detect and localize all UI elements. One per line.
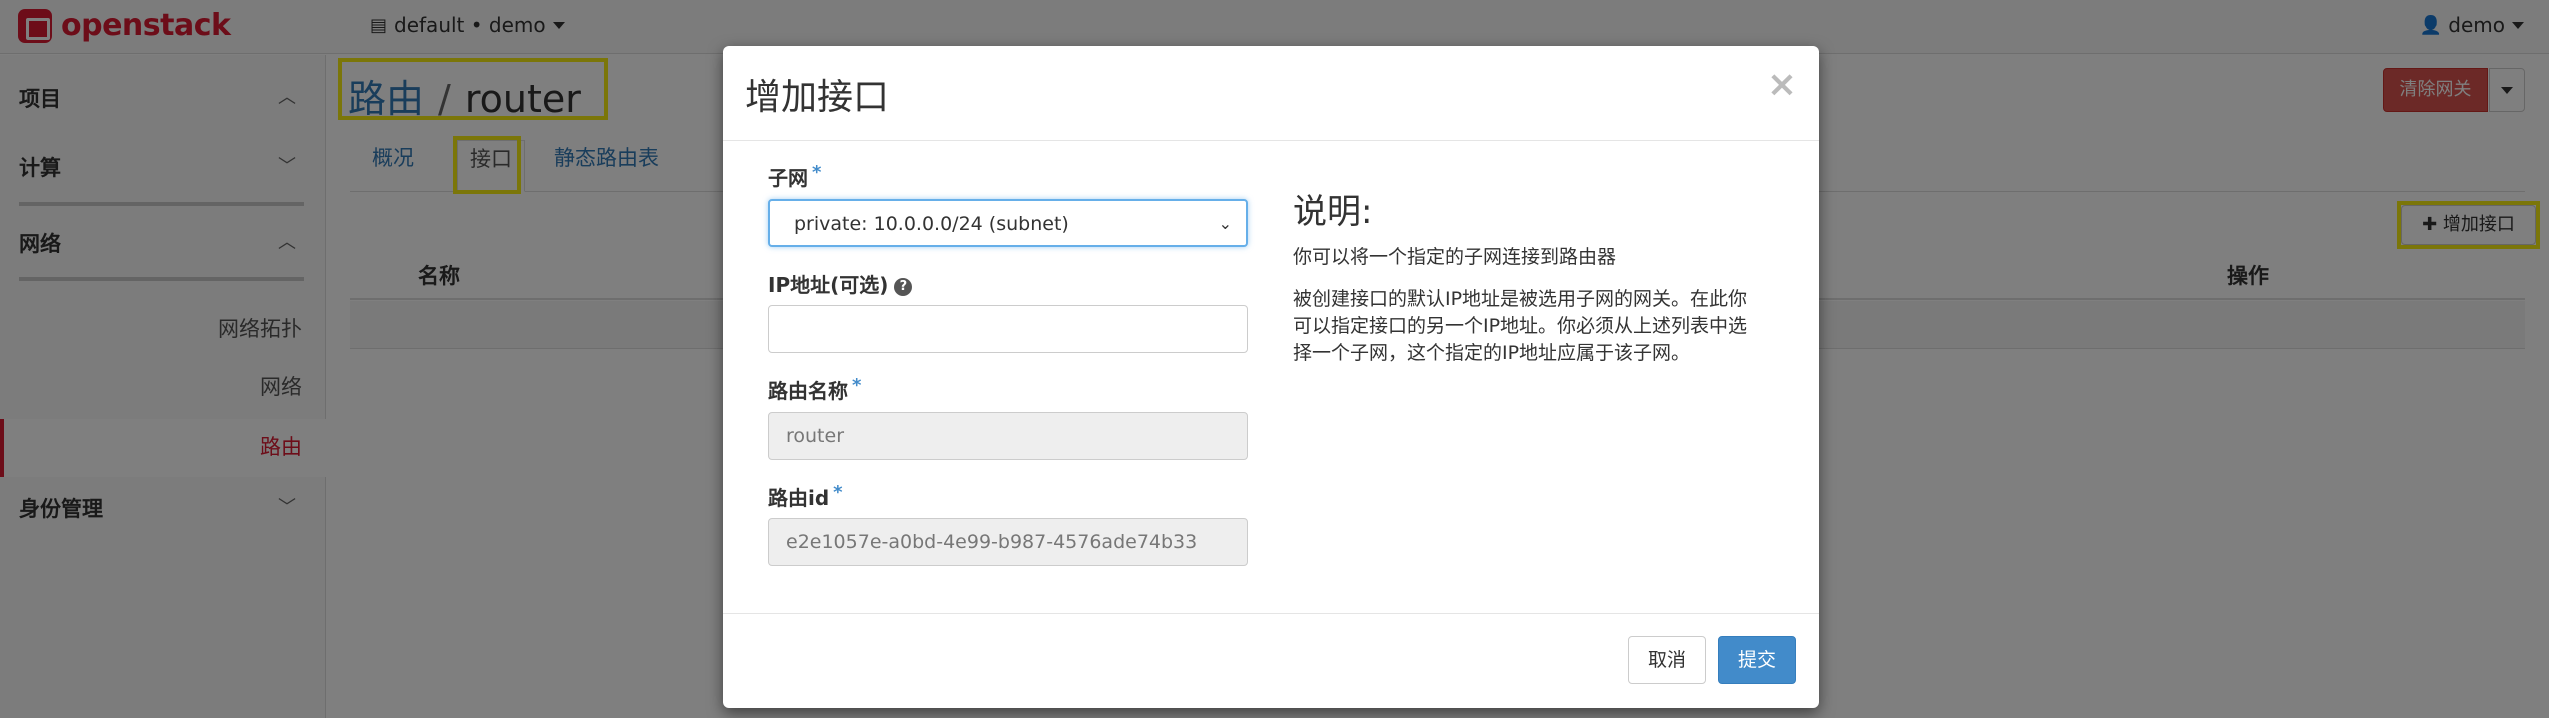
modal-title: 增加接口 [745,77,890,118]
description-title: 说明: [1293,192,1373,232]
ip-address-input[interactable] [768,305,1248,353]
cancel-button[interactable]: 取消 [1628,636,1706,684]
modal-header: 增加接口 × [723,46,1819,141]
router-name-field: router [768,412,1248,460]
description-text: 可以指定接口的另一个IP地址。你必须从上述列表中选 [1293,315,1748,337]
router-id-field: e2e1057e-a0bd-4e99-b987-4576ade74b33 [768,518,1248,566]
required-asterisk: * [833,482,843,503]
description-text: 被创建接口的默认IP地址是被选用子网的网关。在此你 [1293,288,1748,310]
description-text: 你可以将一个指定的子网连接到路由器 [1293,246,1617,268]
ip-address-label-text: IP地址(可选) [768,273,889,297]
ip-address-label: IP地址(可选)? [768,269,913,298]
router-name-label-text: 路由名称 [768,379,848,403]
required-asterisk: * [852,375,862,396]
close-icon[interactable]: × [1767,64,1797,105]
description-text: 择一个子网，这个指定的IP地址应属于该子网。 [1293,342,1691,364]
add-interface-modal: 增加接口 × 子网 * private: 10.0.0.0/24 (subnet)… [723,46,1819,708]
required-asterisk: * [812,162,822,183]
router-id-label-text: 路由id [768,486,830,510]
subnet-label-text: 子网 [768,166,808,190]
help-question-icon[interactable]: ? [894,277,913,296]
chevron-down-icon: ⌄ [1218,214,1232,233]
subnet-select[interactable]: private: 10.0.0.0/24 (subnet) ⌄ [768,199,1248,247]
submit-button[interactable]: 提交 [1718,636,1796,684]
router-id-label: 路由id * [768,482,843,511]
subnet-select-value: private: 10.0.0.0/24 (subnet) [794,213,1069,235]
subnet-label: 子网 * [768,162,821,191]
router-name-label: 路由名称 * [768,375,861,404]
